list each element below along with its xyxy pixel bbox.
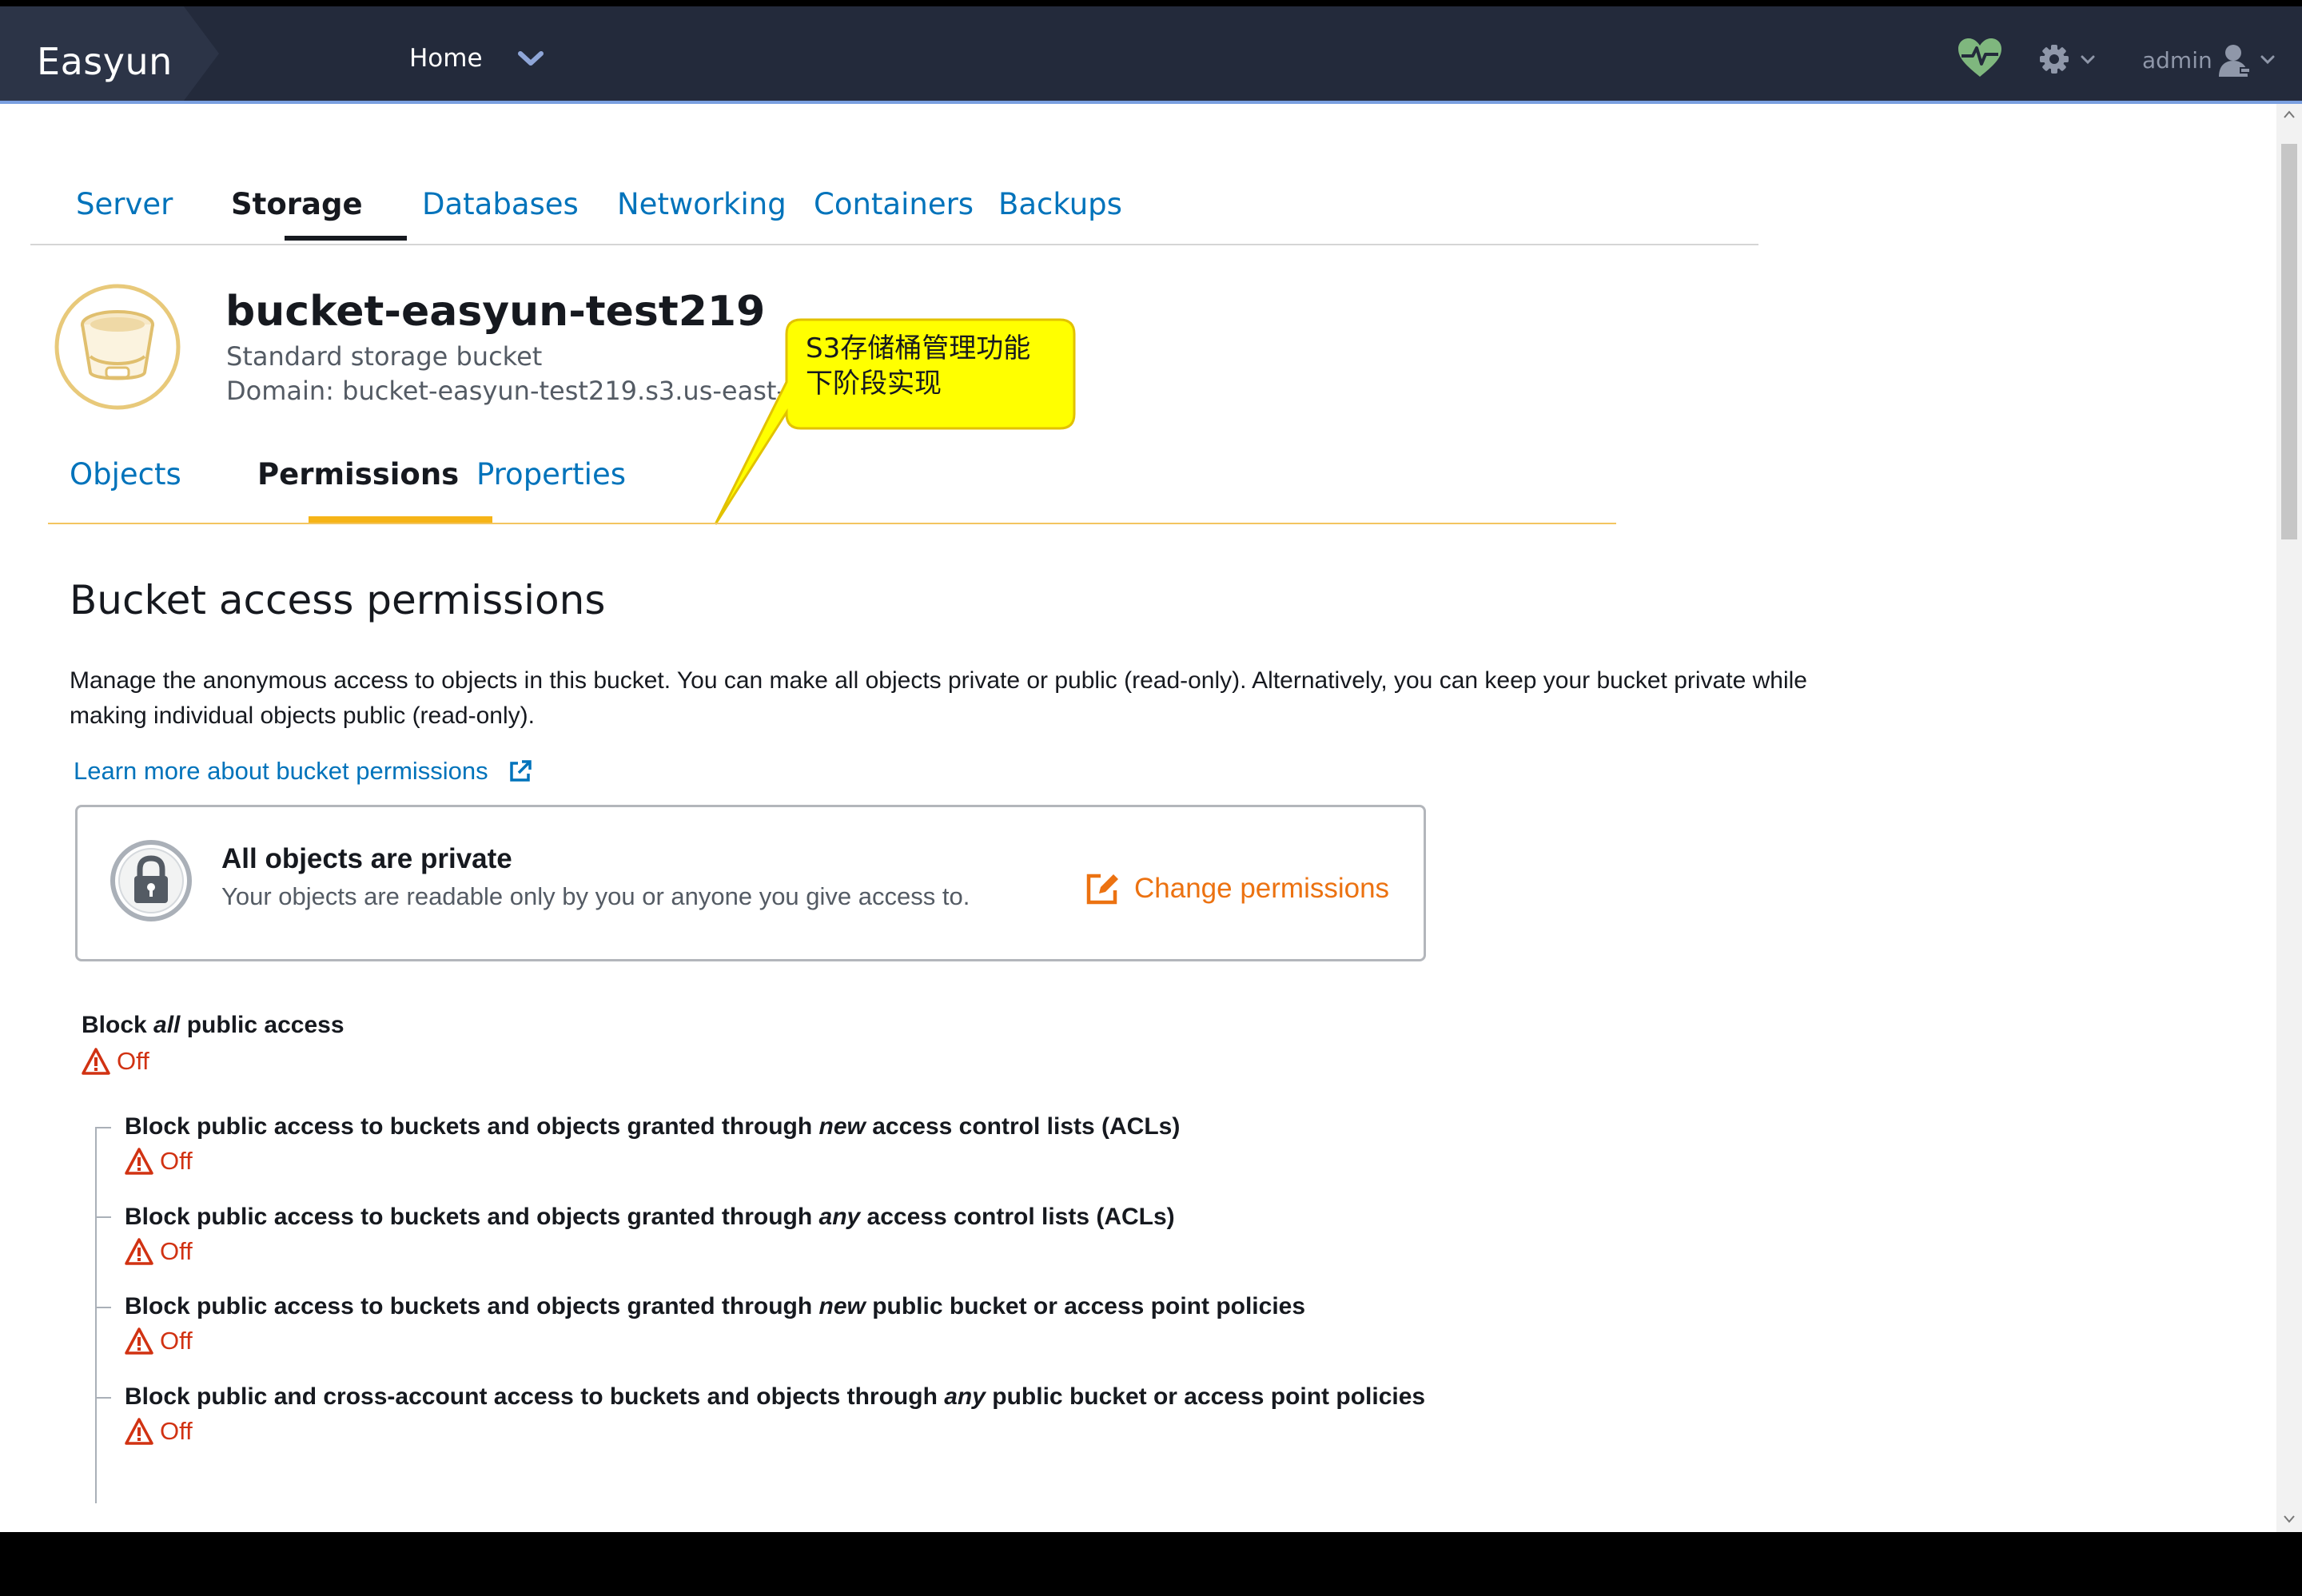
rule-status: Off <box>125 1147 193 1176</box>
lock-icon <box>110 840 192 921</box>
scrollbar-thumb[interactable] <box>2281 144 2297 539</box>
rule-status: Off <box>125 1417 193 1446</box>
heartbeat-icon[interactable] <box>1957 37 2003 78</box>
rule-status: Off <box>125 1237 193 1266</box>
chevron-down-icon[interactable] <box>2081 55 2095 65</box>
user-name[interactable]: admin <box>2142 47 2212 74</box>
tree-connector <box>95 1397 111 1399</box>
section-title: Bucket access permissions <box>70 577 606 623</box>
tab-backups[interactable]: Backups <box>998 187 1122 221</box>
tab-server[interactable]: Server <box>76 187 173 221</box>
bucket-type: Standard storage bucket <box>226 341 543 372</box>
scroll-down-icon[interactable] <box>2284 1515 2295 1523</box>
tab-databases[interactable]: Databases <box>422 187 579 221</box>
tab-containers[interactable]: Containers <box>814 187 974 221</box>
rule-label: Block public access to buckets and objec… <box>125 1113 1181 1140</box>
permission-status-subtitle: Your objects are readable only by you or… <box>221 882 970 910</box>
main-content: Server Storage Databases Networking Cont… <box>0 104 2276 1532</box>
change-permissions-label: Change permissions <box>1134 873 1390 904</box>
rule-label: Block public and cross-account access to… <box>125 1383 1426 1410</box>
brand-arrow <box>184 6 219 101</box>
tree-connector <box>95 1307 111 1308</box>
gear-icon[interactable] <box>2039 44 2069 74</box>
block-all-status: Off <box>82 1047 149 1076</box>
learn-more-link[interactable]: Learn more about bucket permissions <box>74 757 488 786</box>
top-navbar: Easyun Home admin <box>0 0 2302 104</box>
tab-objects[interactable]: Objects <box>70 457 181 492</box>
permission-status-card: All objects are private Your objects are… <box>75 805 1426 961</box>
tree-connector <box>95 1127 97 1503</box>
bucket-name: bucket-easyun-test219 <box>225 288 766 336</box>
section-description: Manage the anonymous access to objects i… <box>70 667 1807 729</box>
tab-permissions[interactable]: Permissions <box>257 457 459 492</box>
external-link-icon[interactable] <box>508 759 532 783</box>
tree-connector <box>95 1127 111 1128</box>
active-subtab-indicator <box>309 516 492 523</box>
warning-icon <box>82 1048 110 1075</box>
scroll-up-icon[interactable] <box>2284 110 2295 118</box>
tab-properties[interactable]: Properties <box>476 457 626 492</box>
main-tabs: Server Storage Databases Networking Cont… <box>30 104 1758 245</box>
warning-icon <box>125 1327 153 1355</box>
rule-label: Block public access to buckets and objec… <box>125 1204 1175 1230</box>
edit-icon <box>1086 874 1118 905</box>
bucket-domain: Domain: bucket-easyun-test219.s3.us-east… <box>226 376 786 406</box>
tree-connector <box>95 1216 111 1218</box>
chevron-down-icon[interactable] <box>2260 55 2275 65</box>
warning-icon <box>125 1148 153 1175</box>
user-icon[interactable] <box>2219 43 2251 77</box>
block-all-label: Block all public access <box>82 1012 345 1038</box>
change-permissions-button[interactable]: Change permissions <box>1085 869 1389 909</box>
rule-status: Off <box>125 1327 193 1355</box>
rule-label: Block public access to buckets and objec… <box>125 1293 1306 1319</box>
permission-status-title: All objects are private <box>221 843 512 874</box>
warning-icon <box>125 1238 153 1265</box>
brand-logo[interactable]: Easyun <box>37 40 173 83</box>
tab-networking[interactable]: Networking <box>617 187 787 221</box>
nav-home[interactable]: Home <box>409 44 483 73</box>
warning-icon <box>125 1418 153 1445</box>
chevron-down-icon[interactable] <box>518 51 544 67</box>
tab-storage[interactable]: Storage <box>231 187 363 221</box>
bucket-icon <box>54 284 181 410</box>
screen-border <box>0 1532 2302 1596</box>
callout-text: S3存储桶管理功能下阶段实现 <box>806 332 1031 400</box>
vertical-scrollbar[interactable] <box>2276 104 2302 1532</box>
active-tab-indicator <box>285 236 407 241</box>
